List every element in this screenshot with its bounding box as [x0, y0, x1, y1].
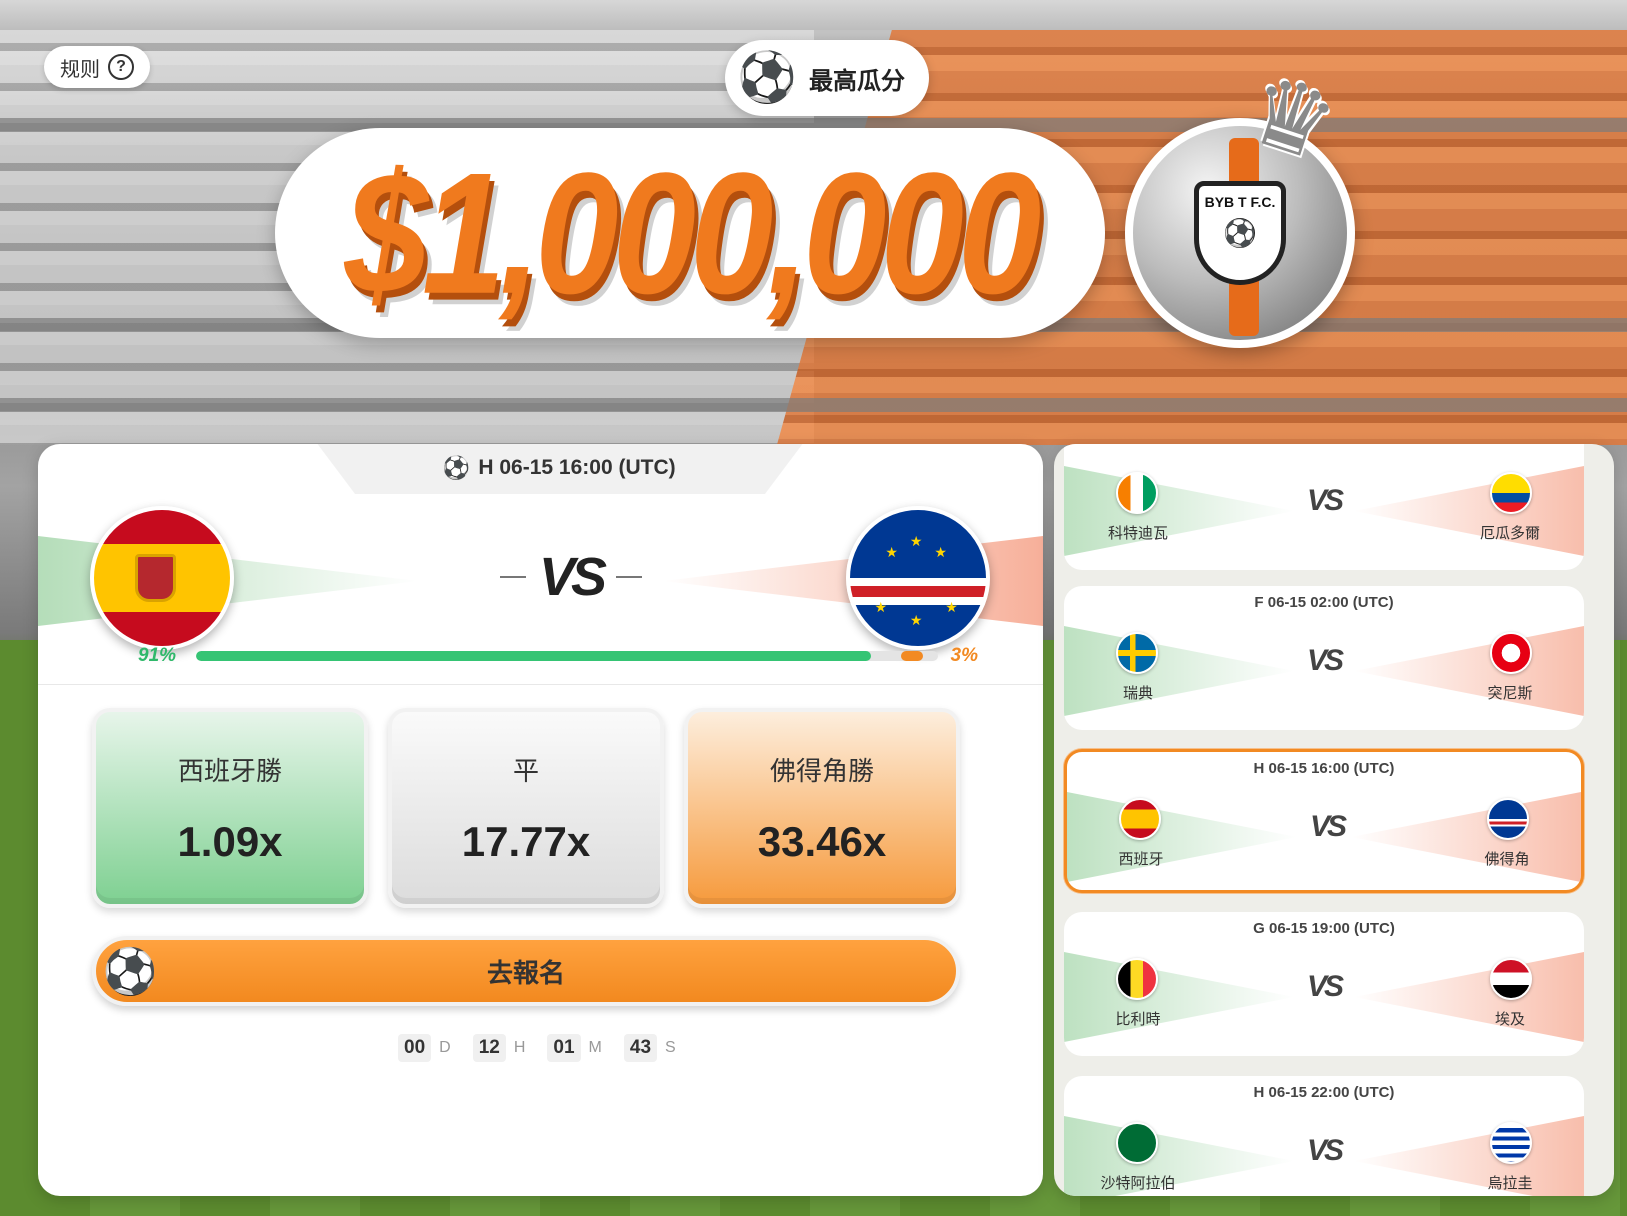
away-win-odds-button[interactable]: 佛得角勝 33.46x: [684, 708, 960, 908]
countdown-unit: D: [439, 1039, 451, 1056]
match-list-panel: VS 科特迪瓦 厄瓜多爾 F 06-15 02:00 (UTC) VS 瑞典 突…: [1054, 444, 1614, 1196]
countdown-seconds: 43: [623, 1034, 658, 1062]
cape-verde-flag-icon: [1487, 798, 1529, 840]
tunisia-flag-icon: [1490, 632, 1532, 674]
odds-label: 平: [512, 755, 539, 786]
prize-amount: $1,000,000: [344, 135, 1042, 330]
match-time: G 06-15 19:00 (UTC): [1253, 920, 1395, 937]
countdown-unit: M: [588, 1039, 602, 1056]
away-probability-fill: [900, 651, 924, 661]
away-percent: 3%: [950, 645, 978, 666]
odds-value: 33.46x: [757, 817, 887, 865]
vs-icon: VS: [1306, 970, 1344, 1003]
vs-icon: VS: [1306, 1134, 1344, 1167]
ivory-coast-flag-icon: [1116, 472, 1158, 514]
flag-star: ★: [945, 598, 958, 615]
away-team-name: 突尼斯: [1487, 685, 1533, 702]
saudi-arabia-flag-icon: [1116, 1122, 1158, 1164]
featured-match-panel: ⚽ H 06-15 16:00 (UTC) VS ★ ★ ★ ★ ★ ★ 91%…: [38, 444, 1043, 1196]
egypt-flag-icon: [1490, 958, 1532, 1000]
match-time: H 06-15 16:00 (UTC): [1253, 760, 1395, 777]
home-team-name: 瑞典: [1122, 685, 1153, 702]
match-time: H 06-15 22:00 (UTC): [1253, 1084, 1395, 1101]
draw-odds-button[interactable]: 平 17.77x: [388, 708, 664, 908]
odds-label: 佛得角勝: [769, 755, 874, 786]
divider: [38, 684, 1043, 685]
countdown-days: 00: [398, 1034, 432, 1062]
club-name: BYB T F.C.: [1204, 194, 1276, 210]
away-team-name: 烏拉圭: [1487, 1175, 1533, 1192]
rules-label: 规则: [60, 58, 100, 81]
match-card[interactable]: G 06-15 19:00 (UTC) VS 比利時 埃及: [1064, 912, 1584, 1056]
match-card[interactable]: H 06-15 22:00 (UTC) VS 沙特阿拉伯 烏拉圭: [1064, 1076, 1584, 1196]
vs-icon: VS: [1306, 484, 1344, 517]
flag-star: ★: [874, 598, 888, 615]
match-card[interactable]: F 06-15 02:00 (UTC) VS 瑞典 突尼斯: [1064, 586, 1584, 730]
spain-flag-icon: [1119, 798, 1161, 840]
flag-star: ★: [934, 544, 947, 561]
home-win-odds-button[interactable]: 西班牙勝 1.09x: [92, 708, 368, 908]
max-share-label: 最高瓜分: [809, 67, 905, 95]
soccer-ball-icon: ⚽: [737, 51, 797, 104]
away-team-name: 佛得角: [1484, 851, 1530, 868]
match-card-selected[interactable]: H 06-15 16:00 (UTC) VS 西班牙 佛得角: [1064, 749, 1584, 893]
vs-icon: VS: [500, 546, 642, 608]
away-team-name: 埃及: [1494, 1011, 1525, 1028]
max-share-pill: ⚽ 最高瓜分: [725, 40, 929, 116]
ecuador-flag-icon: [1490, 472, 1532, 514]
vs-icon: VS: [1309, 810, 1347, 843]
rules-button[interactable]: 规则 ?: [44, 46, 150, 88]
belgium-flag-icon: [1116, 958, 1158, 1000]
away-team-name: 厄瓜多爾: [1479, 525, 1540, 542]
uruguay-flag-icon: [1490, 1122, 1532, 1164]
flag-star: ★: [909, 533, 923, 550]
sweden-flag-icon: [1116, 632, 1158, 674]
match-time: H 06-15 16:00 (UTC): [478, 456, 676, 479]
home-team-name: 科特迪瓦: [1107, 525, 1168, 542]
club-shield: BYB T F.C. ⚽: [1194, 181, 1286, 285]
question-circle-icon: ?: [108, 54, 134, 80]
match-time-tab: ⚽ H 06-15 16:00 (UTC): [316, 444, 804, 494]
odds-label: 西班牙勝: [177, 755, 282, 786]
win-probability-bar: 91% 3%: [138, 645, 978, 668]
match-time: F 06-15 02:00 (UTC): [1254, 594, 1394, 611]
soccer-ball-icon: ⚽: [102, 947, 158, 996]
countdown-timer: 00 D 12 H 01 M 43 S: [398, 1034, 690, 1062]
match-card[interactable]: VS 科特迪瓦 厄瓜多爾: [1064, 444, 1584, 570]
odds-value: 17.77x: [461, 817, 591, 865]
home-team-name: 西班牙: [1118, 851, 1164, 868]
register-label: 去報名: [486, 957, 565, 988]
odds-value: 1.09x: [177, 817, 283, 865]
prize-banner: $1,000,000: [275, 128, 1105, 338]
countdown-minutes: 01: [547, 1034, 581, 1062]
home-team-name: 沙特阿拉伯: [1100, 1175, 1176, 1192]
spain-flag-icon: [90, 506, 234, 650]
soccer-ball-icon: ⚽: [442, 455, 471, 480]
cape-verde-flag-icon: ★ ★ ★ ★ ★ ★: [846, 506, 990, 650]
flag-star: ★: [885, 544, 898, 561]
stand-beam: [0, 398, 1627, 412]
countdown-hours: 12: [472, 1034, 506, 1062]
countdown-unit: H: [513, 1039, 526, 1056]
flag-star: ★: [909, 612, 923, 629]
spain-crest: [134, 553, 176, 603]
home-percent: 91%: [138, 645, 177, 666]
probability-track: [196, 651, 938, 661]
stadium-roof: [0, 0, 1627, 30]
home-team-name: 比利時: [1115, 1011, 1161, 1028]
home-probability-fill: [196, 651, 872, 661]
soccer-ball-icon: ⚽: [1223, 218, 1257, 248]
teams-row: VS ★ ★ ★ ★ ★ ★: [38, 506, 1043, 656]
vs-icon: VS: [1306, 644, 1344, 677]
countdown-unit: S: [665, 1039, 676, 1056]
register-button[interactable]: ⚽ 去報名: [92, 936, 960, 1006]
